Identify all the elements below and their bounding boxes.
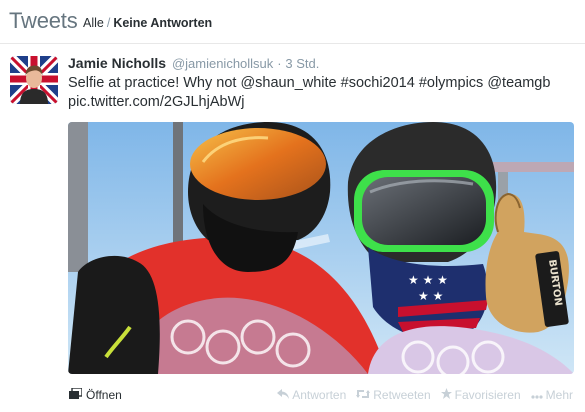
svg-text:★ ★ ★: ★ ★ ★ [408, 273, 448, 287]
reply-button[interactable]: Antworten [277, 388, 346, 402]
svg-text:★ ★: ★ ★ [418, 289, 443, 303]
more-label: Mehr [545, 388, 573, 402]
tweet-timestamp[interactable]: 3 Std. [285, 56, 319, 71]
filter-no-replies-link[interactable]: Keine Antworten [113, 16, 212, 30]
avatar[interactable] [10, 56, 58, 104]
retweet-label: Retweeten [373, 388, 431, 402]
retweet-icon [356, 388, 371, 402]
tweet-meta: Jamie Nicholls @jamienichollsuk · 3 Std. [68, 55, 319, 71]
reply-arrow-icon [277, 388, 290, 402]
tweet-actions: Antworten Retweeten Favorisieren Mehr [277, 388, 573, 402]
tweet-pic-link[interactable]: pic.twitter.com/2GJLhjAbWj [68, 93, 573, 112]
author-handle[interactable]: @jamienichollsuk [172, 56, 273, 71]
open-tweet-button[interactable]: Öffnen [69, 387, 122, 402]
page-title: Tweets [9, 8, 78, 33]
tweet-filters: Alle / Keine Antworten [83, 16, 212, 30]
star-icon [440, 388, 452, 402]
tweet-footer: Öffnen Antworten Retweeten Favorisieren … [0, 384, 585, 408]
filter-all-link[interactable]: Alle [83, 16, 104, 30]
meta-separator: · [277, 56, 282, 71]
retweet-button[interactable]: Retweeten [356, 388, 431, 402]
timeline-header: Tweets Alle / Keine Antworten [0, 0, 585, 44]
open-label: Öffnen [86, 388, 122, 402]
favorite-button[interactable]: Favorisieren [440, 388, 521, 402]
tweet-text: Selfie at practice! Why not @shaun_white… [68, 74, 573, 112]
tweet-photo[interactable]: ★ ★ ★ ★ ★ BURTON [68, 122, 574, 374]
favorite-label: Favorisieren [454, 388, 521, 402]
filter-separator: / [106, 16, 111, 30]
ellipsis-icon [531, 388, 543, 402]
more-button[interactable]: Mehr [531, 388, 573, 402]
tweet-text-line: Selfie at practice! Why not @shaun_white… [68, 75, 551, 91]
reply-label: Antworten [292, 388, 347, 402]
media-stack-icon [69, 387, 83, 402]
author-name[interactable]: Jamie Nicholls [68, 55, 166, 71]
